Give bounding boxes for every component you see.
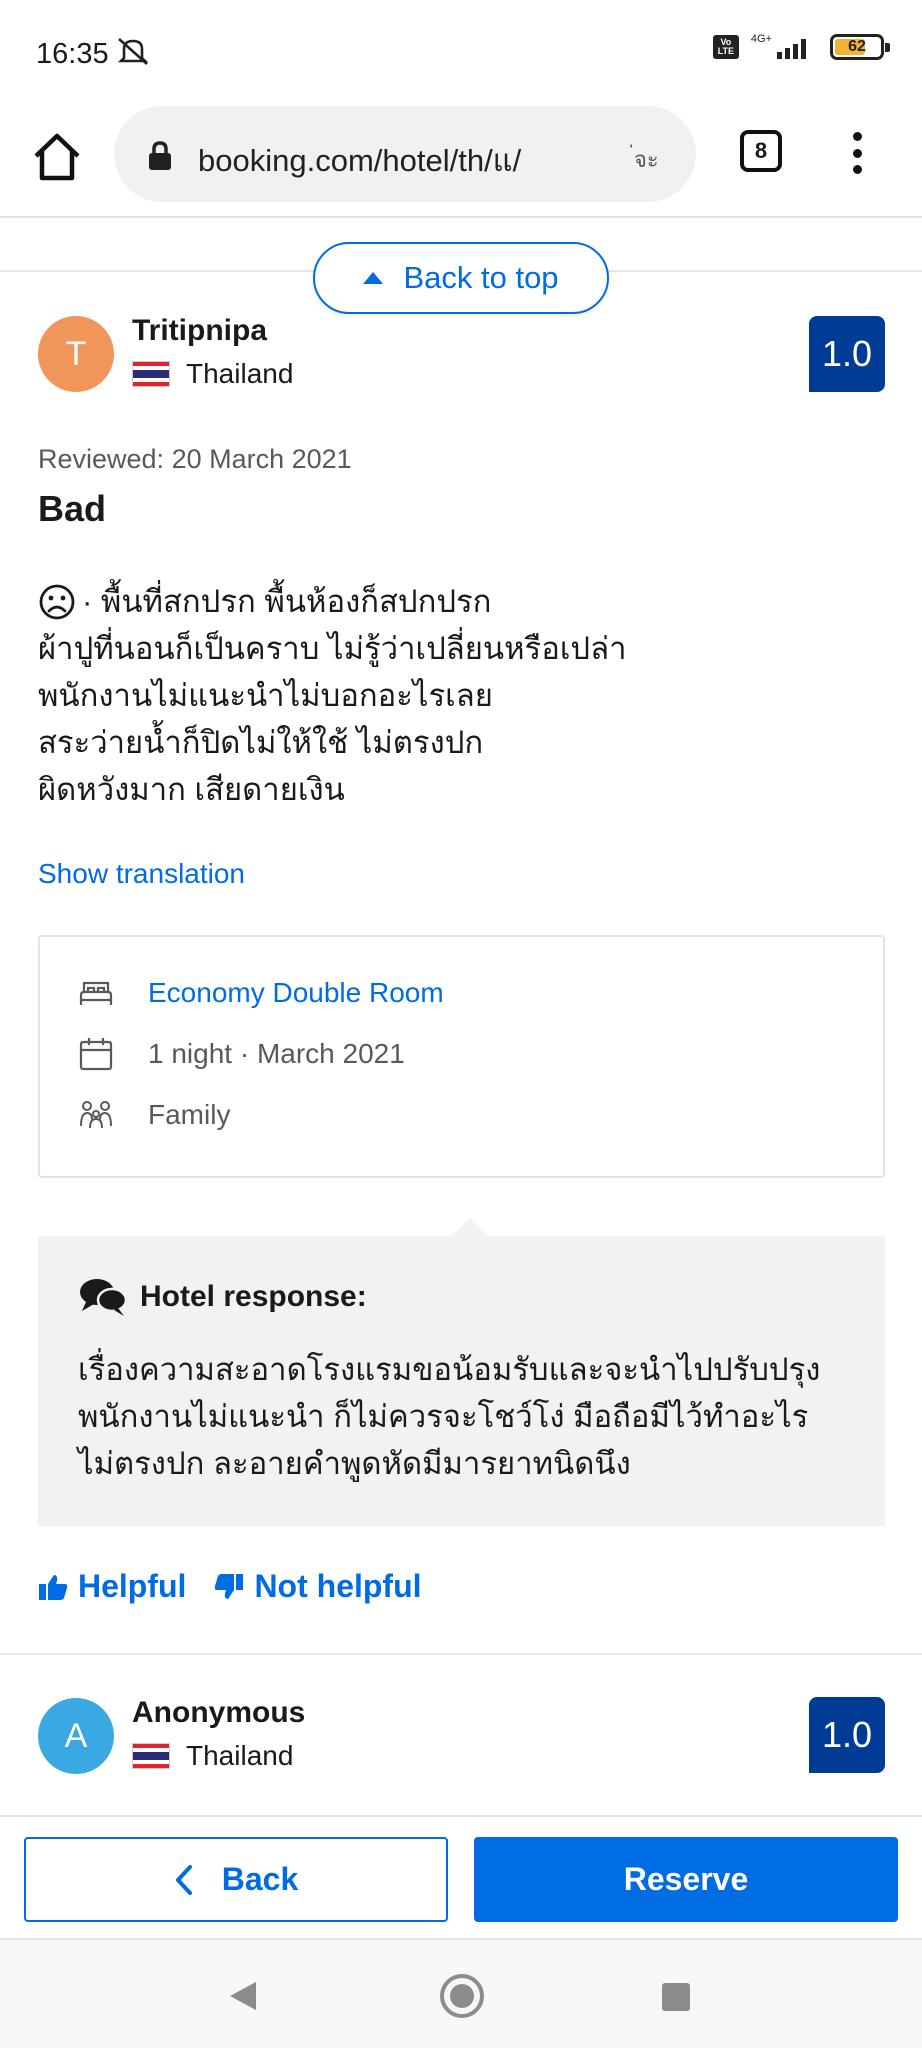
reviewed-date: Reviewed: 20 March 2021 — [38, 444, 352, 474]
reviewer-country: Thailand — [132, 1740, 293, 1772]
thumbs-down-icon — [215, 1573, 244, 1599]
review-score-badge: 1.0 — [809, 316, 885, 392]
country-name: Thailand — [186, 1740, 294, 1771]
review-text-line: ผ้าปูที่นอนก็เป็นคราบ ไม่รู้ว่าเปลี่ยนหร… — [38, 631, 627, 666]
helpful-button[interactable]: Helpful — [38, 1568, 186, 1605]
reviewer-name: Tritipnipa — [132, 314, 267, 347]
helpfulness-row: Helpful Not helpful — [38, 1568, 422, 1605]
back-to-top-button[interactable]: Back to top — [313, 242, 609, 314]
browser-toolbar: booking.com/hotel/th/แ/ ่จะ 8 — [0, 100, 922, 218]
back-button[interactable]: Back — [24, 1837, 448, 1922]
review-text-line: ผิดหวังมาก เสียดายเงิน — [38, 772, 345, 807]
review-line: ผ้าปูที่นอนก็เป็นคราบ ไม่รู้ว่าเปลี่ยนหร… — [38, 625, 878, 672]
stay-nights: 1 night · March 2021 — [148, 1038, 405, 1069]
review-body: · พื้นที่สกปรก พื้นห้องก็สปกปรก ผ้าปูที่… — [38, 578, 878, 813]
review-text-line: พนักงานไม่แนะนำไม่บอกอะไรเลย — [38, 678, 493, 713]
response-caret — [452, 1218, 488, 1236]
review-line: ผิดหวังมาก เสียดายเงิน — [38, 766, 878, 813]
hotel-response-title: Hotel response: — [140, 1280, 367, 1313]
chevron-left-icon — [175, 1864, 192, 1895]
not-helpful-label: Not helpful — [254, 1568, 422, 1604]
avatar-letter: T — [65, 334, 87, 373]
stay-traveler-row: Family — [78, 1097, 230, 1133]
thailand-flag-icon — [132, 1743, 170, 1769]
home-button[interactable] — [30, 130, 84, 184]
sad-face-icon — [39, 584, 75, 619]
avatar-letter: A — [64, 1716, 88, 1755]
response-line: ไม่ตรงปก ละอายคำพูดหัดมีมารยาทนิดนึง — [78, 1446, 631, 1481]
address-bar[interactable]: booking.com/hotel/th/แ/ ่จะ — [114, 106, 696, 202]
overflow-menu-button[interactable] — [842, 128, 872, 178]
bed-icon — [78, 975, 114, 1011]
network-type: 4G+ — [750, 33, 772, 45]
back-label: Back — [221, 1861, 299, 1897]
system-navigation-bar — [0, 1938, 922, 2048]
room-name-link[interactable]: Economy Double Room — [148, 977, 444, 1009]
stay-room-row: Economy Double Room — [78, 975, 444, 1011]
status-icons: Vo LTE 4G+ 62 — [712, 33, 890, 60]
avatar: T — [38, 316, 114, 392]
home-icon — [34, 133, 80, 181]
review-line: · พื้นที่สกปรก พื้นห้องก็สปกปรก — [38, 578, 878, 625]
notifications-muted-icon — [114, 36, 152, 71]
reviewer-name: Anonymous — [132, 1696, 306, 1729]
country-name: Thailand — [186, 358, 294, 389]
response-line: เรื่องความสะอาดโรงแรมขอน้อมรับและจะนำไปป… — [78, 1352, 821, 1387]
avatar: A — [38, 1698, 114, 1774]
tab-switcher-button[interactable]: 8 — [740, 130, 782, 172]
review-line: พนักงานไม่แนะนำไม่บอกอะไรเลย — [38, 672, 878, 719]
review-text-line: · พื้นที่สกปรก พื้นห้องก็สปกปรก — [82, 584, 492, 619]
status-bar: 16:35 Vo LTE 4G+ 62 — [0, 0, 922, 100]
review-line: สระว่ายน้ำก็ปิดไม่ให้ใช้ ไม่ตรงปก — [38, 719, 878, 766]
helpful-label: Helpful — [78, 1568, 187, 1604]
url-tail: ่จะ — [634, 147, 659, 172]
not-helpful-button[interactable]: Not helpful — [214, 1568, 422, 1605]
calendar-icon — [78, 1036, 114, 1072]
review-divider — [0, 1653, 922, 1655]
battery-level: 62 — [848, 38, 866, 55]
hotel-response-heading: Hotel response: — [78, 1276, 367, 1318]
review-text-line: สระว่ายน้ำก็ปิดไม่ให้ใช้ ไม่ตรงปก — [38, 725, 484, 760]
caret-up-icon — [363, 272, 384, 284]
volte-icon: Vo LTE — [712, 35, 739, 59]
traveler-type: Family — [148, 1099, 231, 1130]
nav-back-icon[interactable] — [228, 1980, 258, 2012]
nav-recents-icon[interactable] — [662, 1983, 690, 2011]
thailand-flag-icon — [132, 361, 170, 387]
chat-bubbles-icon — [80, 1279, 128, 1316]
reserve-button[interactable]: Reserve — [474, 1837, 898, 1922]
bottom-action-bar: Back Reserve — [0, 1815, 922, 1938]
lock-icon — [149, 141, 171, 170]
stay-nights-row: 1 night · March 2021 — [78, 1036, 405, 1072]
family-icon — [78, 1097, 114, 1133]
review-score-badge: 1.0 — [809, 1697, 885, 1773]
back-to-top-label: Back to top — [403, 260, 559, 295]
response-line: พนักงานไม่แนะนำ ก็ไม่ควรจะโชว์โง่ มือถือ… — [78, 1399, 809, 1434]
battery-icon: 62 — [830, 34, 890, 60]
reviewer-country: Thailand — [132, 358, 293, 390]
url-text: booking.com/hotel/th/แ/ — [198, 143, 522, 178]
hotel-response-card: Hotel response: เรื่องความสะอาดโรงแรมขอน… — [38, 1236, 885, 1526]
thumbs-up-icon — [39, 1574, 68, 1600]
nav-home-icon[interactable] — [440, 1974, 484, 2018]
review-title: Bad — [38, 488, 107, 529]
stay-details-card: Economy Double Room 1 night · March 2021… — [38, 935, 885, 1178]
signal-icon — [777, 39, 806, 59]
hotel-response-text: เรื่องความสะอาดโรงแรมขอน้อมรับและจะนำไปป… — [78, 1346, 858, 1487]
status-time: 16:35 — [36, 38, 109, 70]
show-translation-link[interactable]: Show translation — [38, 858, 245, 890]
